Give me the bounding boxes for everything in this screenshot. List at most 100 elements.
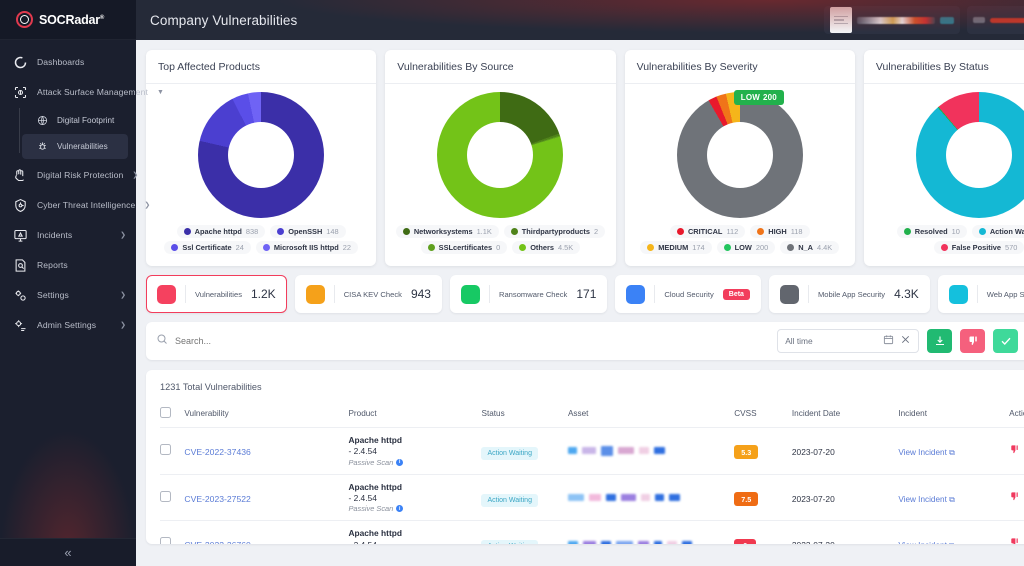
cve-link[interactable]: CVE-2022-37436 <box>184 447 250 457</box>
table-scroll-region[interactable]: Vulnerability Product Status Asset CVSS … <box>146 401 1024 544</box>
sidebar-item-dashboards[interactable]: Dashboards <box>0 47 136 77</box>
search-input[interactable] <box>175 336 770 346</box>
calendar-icon[interactable] <box>883 332 894 350</box>
legend-item[interactable]: HIGH 118 <box>750 225 810 238</box>
resolve-button[interactable] <box>993 329 1019 353</box>
sidebar-item-incidents[interactable]: Incidents ❯ <box>0 220 136 250</box>
legend-item[interactable]: False Positive 570 <box>933 241 1024 254</box>
mark-false-positive-icon[interactable] <box>1009 535 1020 544</box>
legend-value: 112 <box>726 227 739 236</box>
info-icon[interactable]: i <box>396 458 404 466</box>
table-row[interactable]: CVE-2022-37436 Apache httpd - 2.4.54 Pas… <box>160 427 1024 475</box>
donut-chart-products[interactable] <box>198 92 325 218</box>
kpi-label: Web App Security <box>986 289 1024 299</box>
legend-item[interactable]: Apache httpd 838 <box>176 225 266 238</box>
cvss-badge: 9 <box>734 538 757 544</box>
legend-label: Networksystems <box>413 227 473 236</box>
kpi-cloud-security[interactable]: Cloud Security Beta <box>615 275 761 313</box>
select-all-checkbox[interactable] <box>160 407 171 418</box>
sidebar-item-reports[interactable]: Reports <box>0 250 136 280</box>
legend-swatch <box>978 228 986 235</box>
legend-item[interactable]: Thirdpartyproducts 2 <box>503 225 606 238</box>
donut-ring <box>437 92 564 218</box>
mark-false-positive-icon[interactable] <box>1009 442 1020 460</box>
donut-chart-status[interactable] <box>916 92 1024 218</box>
clear-date-icon[interactable] <box>900 332 911 350</box>
sidebar-item-label: Reports <box>37 260 68 270</box>
sidebar-item-digital-risk-protection[interactable]: Digital Risk Protection ❯ <box>0 160 138 190</box>
kpi-ransomware-check[interactable]: Ransomware Check 171 <box>449 275 608 313</box>
legend-item[interactable]: CRITICAL 112 <box>669 225 746 238</box>
legend-item[interactable]: Others 4.5K <box>512 241 581 254</box>
kpi-mobile-app-security[interactable]: Mobile App Security 4.3K <box>768 275 930 313</box>
product-name: Apache httpd <box>348 481 402 492</box>
donut-chart-severity[interactable]: LOW 200 <box>676 90 803 218</box>
redacted-widget-group-2[interactable] <box>967 6 1024 34</box>
view-incident-link[interactable]: View Incident ⧉ <box>898 448 955 457</box>
kpi-web-app-security[interactable]: Web App Security Beta <box>937 275 1024 313</box>
row-checkbox[interactable] <box>160 443 171 455</box>
search-box[interactable] <box>156 332 770 350</box>
donut-chart-source[interactable] <box>437 92 564 218</box>
sidebar-item-admin-settings[interactable]: Admin Settings ❯ <box>0 310 136 340</box>
legend-item[interactable]: MEDIUM 174 <box>640 241 712 254</box>
sidebar-item-label: Attack Surface Management <box>37 87 148 97</box>
export-button[interactable] <box>927 329 953 353</box>
legend-item[interactable]: Networksystems 1.1K <box>395 225 499 238</box>
legend-item[interactable]: OpenSSH 148 <box>270 225 346 238</box>
table-head: Vulnerability Product Status Asset CVSS … <box>160 401 1024 428</box>
chart-legend: Networksystems 1.1K Thirdpartyproducts 2 S… <box>385 218 615 254</box>
false-positive-button[interactable] <box>960 329 986 353</box>
report-search-icon <box>12 257 28 273</box>
col-vulnerability[interactable]: Vulnerability <box>184 401 349 428</box>
table-body: CVE-2022-37436 Apache httpd - 2.4.54 Pas… <box>160 427 1024 544</box>
brand-logo[interactable]: SOCRadar® <box>0 0 136 40</box>
cell-incident-date: 2023-07-20 <box>791 427 899 475</box>
col-product[interactable]: Product <box>348 401 482 428</box>
sidebar-collapse-button[interactable]: « <box>0 538 136 566</box>
legend-item[interactable]: Ssl Certificate 24 <box>164 241 251 254</box>
row-select-cell <box>160 520 185 544</box>
legend-item[interactable]: Action Waiting5K <box>971 225 1024 238</box>
sidebar-item-settings[interactable]: Settings ❯ <box>0 280 136 310</box>
col-status[interactable]: Status <box>481 401 568 428</box>
kpi-vulnerabilities[interactable]: Vulnerabilities 1.2K <box>146 275 287 313</box>
col-asset[interactable]: Asset <box>567 401 735 428</box>
table-row[interactable]: CVE-2023-27522 Apache httpd - 2.4.54 Pas… <box>160 474 1024 522</box>
date-range-picker[interactable]: All time <box>777 329 920 353</box>
legend-item[interactable]: LOW 200 <box>716 241 776 254</box>
legend-value: 0 <box>496 243 501 252</box>
row-checkbox[interactable] <box>160 490 171 502</box>
sidebar-item-cyber-threat-intelligence[interactable]: Cyber Threat Intelligence ❯ <box>0 190 150 220</box>
cve-link[interactable]: CVE-2023-27522 <box>184 494 250 504</box>
sidebar-item-digital-footprint[interactable]: Digital Footprint <box>22 108 128 133</box>
app-root: SOCRadar® Dashboards Attack Surface Mana… <box>0 0 1024 566</box>
kpi-label: Mobile App Security <box>817 289 886 299</box>
cvss-badge: 7.5 <box>734 492 759 507</box>
sidebar-item-attack-surface-management[interactable]: Attack Surface Management ▼ <box>0 77 164 107</box>
redacted-widget-group-1[interactable] <box>824 6 961 34</box>
legend-item[interactable]: N_A 4.4K <box>780 241 840 254</box>
legend-item[interactable]: Microsoft IIS httpd 22 <box>255 241 358 254</box>
row-checkbox[interactable] <box>160 537 171 544</box>
row-actions <box>1009 489 1024 507</box>
col-incident-date[interactable]: Incident Date <box>791 401 899 428</box>
redacted-bar-1 <box>857 16 936 24</box>
sidebar-item-vulnerabilities[interactable]: Vulnerabilities <box>22 134 128 159</box>
date-range-value: All time <box>785 336 813 346</box>
cell-asset <box>567 474 735 522</box>
col-cvss[interactable]: CVSS <box>734 401 792 428</box>
card-title: Vulnerabilities By Status <box>875 60 989 73</box>
chart-legend: CRITICAL 112 HIGH 118 MEDIUM 174 LOW 200 N_A… <box>625 218 855 254</box>
col-incident[interactable]: Incident <box>898 401 1010 428</box>
cell-actions <box>1009 474 1024 522</box>
table-row[interactable]: CVE-2022-36760 Apache httpd - 2.4.54 Pas… <box>160 520 1024 544</box>
info-icon[interactable]: i <box>396 505 404 513</box>
legend-item[interactable]: Resolved 10 <box>896 225 967 238</box>
mark-false-positive-icon[interactable] <box>1009 489 1020 507</box>
kpi-cisa-kev-check[interactable]: CISA KEV Check 943 <box>294 275 442 313</box>
cve-link[interactable]: CVE-2022-36760 <box>184 540 250 544</box>
view-incident-link[interactable]: View Incident ⧉ <box>898 495 955 504</box>
legend-item[interactable]: SSLcertificates 0 <box>420 241 508 254</box>
view-incident-link[interactable]: View Incident ⧉ <box>898 541 955 544</box>
